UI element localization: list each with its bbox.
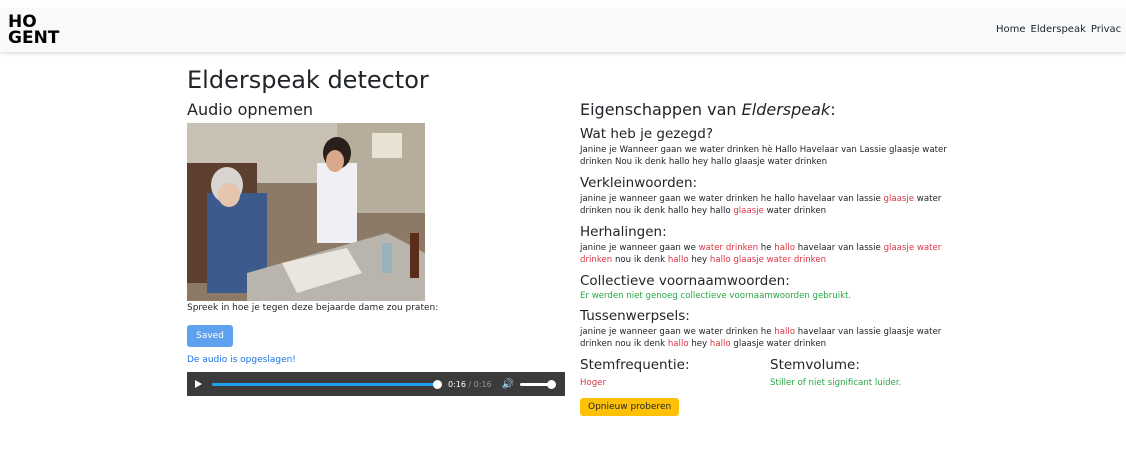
recorder-heading: Audio opnemen bbox=[187, 100, 314, 119]
navbar: HO GENT Home Elderspeak Privac bbox=[0, 8, 1126, 52]
interjections-text: janine je wanneer gaan we water drinken … bbox=[580, 326, 960, 350]
nav-link-elderspeak[interactable]: Elderspeak bbox=[1031, 24, 1086, 35]
volume-column: Stemvolume: Stiller of niet significant … bbox=[770, 357, 960, 388]
nav-links: Home Elderspeak Privac bbox=[996, 24, 1126, 35]
current-time: 0:16 bbox=[448, 379, 466, 389]
plain-text: janine je wanneer gaan we water drinken … bbox=[580, 194, 884, 204]
saved-message: De audio is opgeslagen! bbox=[187, 355, 296, 365]
highlighted-word: hallo bbox=[667, 255, 689, 265]
diminutives-heading: Verkleinwoorden: bbox=[580, 175, 698, 191]
plain-text: hey bbox=[688, 255, 710, 265]
repetitions-heading: Herhalingen: bbox=[580, 224, 667, 240]
highlighted-word: glaasje bbox=[883, 194, 915, 204]
time-separator: / bbox=[465, 379, 474, 389]
highlighted-word: hallo bbox=[774, 243, 796, 253]
interjections-heading: Tussenwerpsels: bbox=[580, 308, 690, 324]
plain-text: janine je wanneer gaan we water drinken … bbox=[580, 327, 775, 337]
plain-text: glaasje water drinken bbox=[730, 339, 827, 349]
frequency-value: Hoger bbox=[580, 378, 606, 388]
recording-prompt: Spreek in hoe je tegen deze bejaarde dam… bbox=[187, 303, 439, 313]
highlighted-word: water drinken bbox=[698, 243, 759, 253]
retry-button[interactable]: Opnieuw proberen bbox=[580, 398, 680, 416]
elderly-lady-photo bbox=[187, 123, 425, 301]
nav-link-privacy[interactable]: Privac bbox=[1091, 24, 1121, 35]
time-display: 0:16 / 0:16 bbox=[448, 380, 492, 389]
said-heading: Wat heb je gezegd? bbox=[580, 126, 713, 142]
nav-link-home[interactable]: Home bbox=[996, 24, 1026, 35]
volume-heading: Stemvolume: bbox=[770, 357, 860, 373]
logo-line-bottom: GENT bbox=[8, 28, 60, 48]
seek-bar[interactable] bbox=[212, 379, 442, 389]
plain-text: janine je wanneer gaan we bbox=[580, 243, 699, 253]
results-heading-emphasis: Elderspeak bbox=[741, 100, 831, 119]
volume-value: Stiller of niet significant luider. bbox=[770, 378, 902, 388]
frequency-column: Stemfrequentie: Hoger bbox=[580, 357, 770, 388]
highlighted-word: hallo glaasje water drinken bbox=[709, 255, 827, 265]
plain-text: water drinken bbox=[763, 206, 827, 216]
recorder-panel: Audio opnemen Spreek in hoe je tegen dez… bbox=[187, 100, 567, 396]
hogent-logo[interactable]: HO GENT bbox=[8, 14, 60, 48]
highlighted-word: hallo bbox=[667, 339, 689, 349]
collective-text: Er werden niet genoeg collectieve voorna… bbox=[580, 291, 852, 301]
results-heading-prefix: Eigenschappen van bbox=[580, 100, 742, 119]
highlighted-word: glaasje bbox=[733, 206, 764, 216]
repetitions-text: janine je wanneer gaan we water drinken … bbox=[580, 242, 960, 266]
plain-text: hey bbox=[688, 339, 710, 349]
results-heading: Eigenschappen van Elderspeak: bbox=[580, 100, 960, 119]
duration: 0:16 bbox=[473, 379, 492, 389]
plain-text: he bbox=[758, 243, 775, 253]
voice-metrics: Stemfrequentie: Hoger Stemvolume: Stille… bbox=[580, 357, 960, 388]
results-panel: Eigenschappen van Elderspeak: Wat heb je… bbox=[580, 100, 960, 416]
diminutives-text: janine je wanneer gaan we water drinken … bbox=[580, 193, 960, 217]
highlighted-word: hallo bbox=[709, 339, 731, 349]
audio-player: 0:16 / 0:16 🔊 bbox=[187, 372, 565, 396]
seek-knob[interactable] bbox=[433, 379, 442, 389]
collective-heading: Collectieve voornaamwoorden: bbox=[580, 273, 790, 289]
frequency-heading: Stemfrequentie: bbox=[580, 357, 690, 373]
volume-knob[interactable] bbox=[547, 379, 557, 389]
results-heading-suffix: : bbox=[830, 100, 836, 119]
said-text: Janine je Wanneer gaan we water drinken … bbox=[580, 145, 947, 167]
volume-slider[interactable] bbox=[520, 379, 557, 389]
play-icon[interactable] bbox=[195, 380, 202, 388]
plain-text: nou ik denk bbox=[612, 255, 668, 265]
volume-icon[interactable]: 🔊 bbox=[502, 379, 514, 390]
saved-button[interactable]: Saved bbox=[187, 325, 233, 347]
plain-text: havelaar van lassie bbox=[795, 243, 884, 253]
page-title: Elderspeak detector bbox=[187, 66, 429, 94]
highlighted-word: hallo bbox=[774, 327, 795, 337]
